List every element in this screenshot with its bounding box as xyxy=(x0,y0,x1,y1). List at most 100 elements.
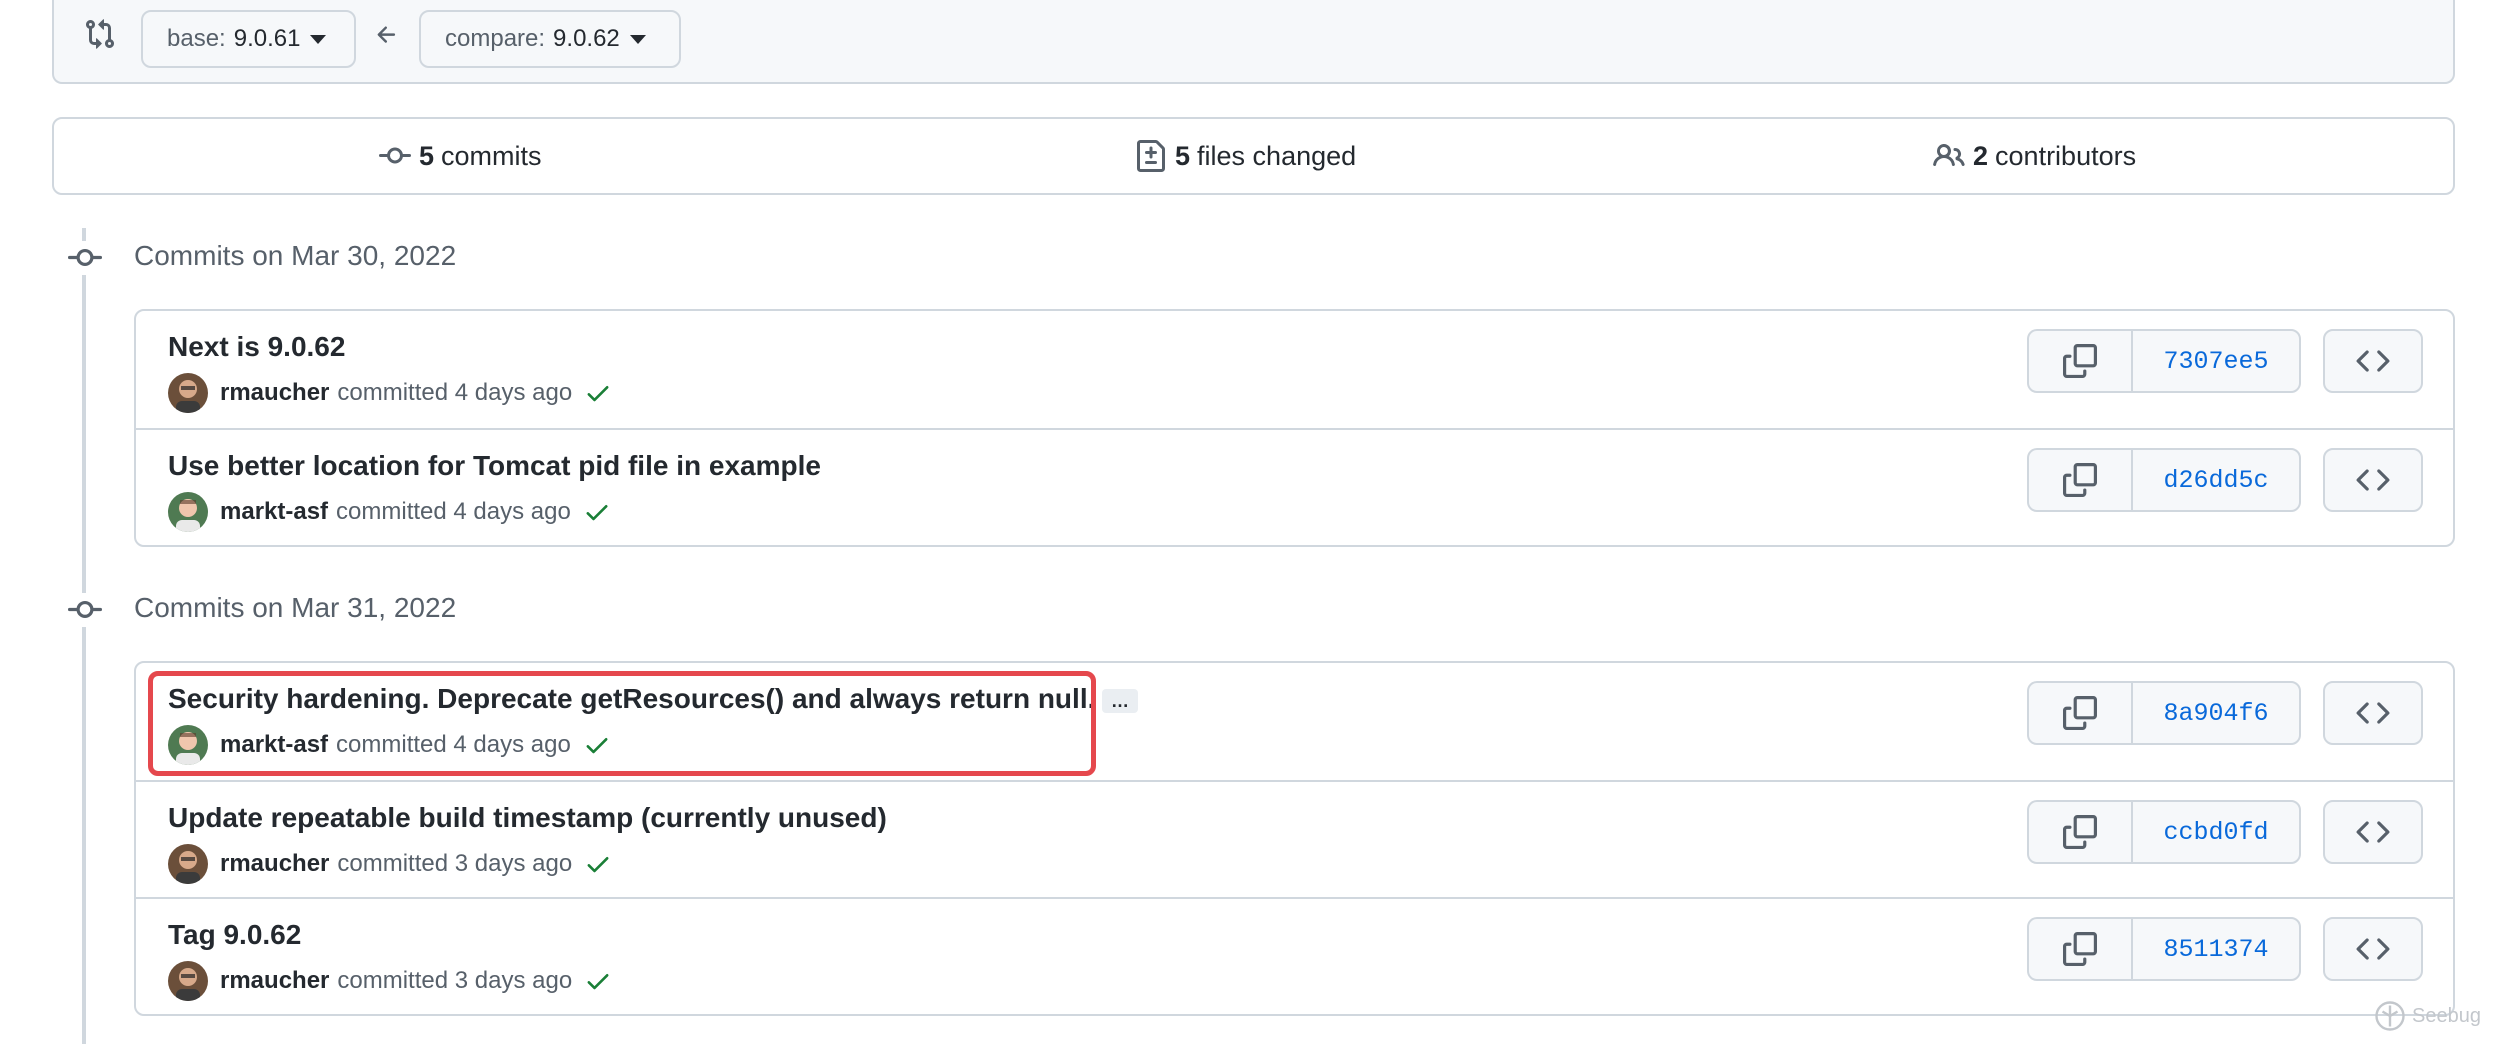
day-heading: Commits on Mar 30, 2022 xyxy=(134,240,457,271)
contributors-tab[interactable]: 2 contributors xyxy=(1933,119,2136,193)
check-icon[interactable] xyxy=(583,731,611,759)
avatar[interactable] xyxy=(168,373,208,413)
commit-time: committed 4 days ago xyxy=(336,731,571,758)
commit-sha-link[interactable]: d26dd5c xyxy=(2133,450,2299,510)
code-icon xyxy=(2356,350,2390,372)
watermark: Seebug xyxy=(2372,998,2481,1034)
git-commit-icon xyxy=(68,593,102,627)
copy-sha-button[interactable] xyxy=(2029,683,2133,743)
author-link[interactable]: rmaucher xyxy=(220,379,329,407)
commit-sha-link[interactable]: 8511374 xyxy=(2133,919,2299,979)
copy-icon xyxy=(2063,696,2097,730)
commit-meta: markt-asf committed 4 days ago xyxy=(168,492,611,532)
commit-sha-group: 7307ee5 xyxy=(2027,329,2301,393)
author-link[interactable]: markt-asf xyxy=(220,731,328,759)
author-link[interactable]: rmaucher xyxy=(220,850,329,878)
commit-row: Tag 9.0.62 rmaucher committed 3 days ago… xyxy=(136,897,2453,1014)
commit-group: Security hardening. Deprecate getResourc… xyxy=(134,661,2455,1016)
avatar[interactable] xyxy=(168,492,208,532)
browse-code-button[interactable] xyxy=(2323,681,2423,745)
commit-row: Next is 9.0.62 rmaucher committed 4 days… xyxy=(136,311,2453,428)
browse-code-button[interactable] xyxy=(2323,448,2423,512)
files-changed-tab[interactable]: 5 files changed xyxy=(1135,119,1356,193)
files-count: 5 xyxy=(1175,140,1191,171)
commit-sha-link[interactable]: 8a904f6 xyxy=(2133,683,2299,743)
author-link[interactable]: markt-asf xyxy=(220,498,328,526)
commit-sha-group: d26dd5c xyxy=(2027,448,2301,512)
commit-sha-link[interactable]: ccbd0fd xyxy=(2133,802,2299,862)
commit-time: committed 3 days ago xyxy=(337,967,573,994)
people-icon xyxy=(1933,143,1965,167)
check-icon[interactable] xyxy=(584,379,612,407)
commit-message-link[interactable]: Next is 9.0.62 xyxy=(168,331,345,363)
compare-label: compare: xyxy=(445,25,546,52)
copy-icon xyxy=(2063,463,2097,497)
commit-row: Update repeatable build timestamp (curre… xyxy=(136,780,2453,897)
seebug-logo-icon xyxy=(2375,1001,2405,1031)
commit-meta: markt-asf committed 4 days ago xyxy=(168,725,611,765)
git-compare-icon xyxy=(86,19,115,49)
commit-time: committed 4 days ago xyxy=(336,498,571,525)
check-icon[interactable] xyxy=(583,498,611,526)
copy-sha-button[interactable] xyxy=(2029,802,2133,862)
commits-count: 5 xyxy=(419,140,435,171)
avatar[interactable] xyxy=(168,844,208,884)
timeline-line xyxy=(82,228,86,1044)
contributors-label: contributors xyxy=(1995,140,2137,171)
contributors-count: 2 xyxy=(1973,140,1989,171)
git-commit-icon xyxy=(68,241,102,275)
avatar[interactable] xyxy=(168,725,208,765)
base-branch-select[interactable]: base: 9.0.61 xyxy=(141,10,356,68)
copy-sha-button[interactable] xyxy=(2029,919,2133,979)
commit-time: committed 3 days ago xyxy=(337,850,573,877)
commit-sha-group: 8511374 xyxy=(2027,917,2301,981)
browse-code-button[interactable] xyxy=(2323,917,2423,981)
commit-meta: rmaucher committed 3 days ago xyxy=(168,844,612,884)
author-link[interactable]: rmaucher xyxy=(220,967,329,995)
copy-sha-button[interactable] xyxy=(2029,450,2133,510)
compare-branch-select[interactable]: compare: 9.0.62 xyxy=(419,10,681,68)
browse-code-button[interactable] xyxy=(2323,329,2423,393)
compare-range-bar xyxy=(52,0,2455,84)
copy-icon xyxy=(2063,932,2097,966)
commit-sha-link[interactable]: 7307ee5 xyxy=(2133,331,2299,391)
file-diff-icon xyxy=(1137,140,1165,172)
commit-sha-group: 8a904f6 xyxy=(2027,681,2301,745)
avatar[interactable] xyxy=(168,961,208,1001)
commit-row: Security hardening. Deprecate getResourc… xyxy=(136,663,2453,780)
commit-group: Next is 9.0.62 rmaucher committed 4 days… xyxy=(134,309,2455,547)
copy-icon xyxy=(2063,815,2097,849)
copy-icon xyxy=(2063,344,2097,378)
commit-message-link[interactable]: Use better location for Tomcat pid file … xyxy=(168,450,821,482)
expand-message-button[interactable]: … xyxy=(1102,689,1138,713)
commit-row: Use better location for Tomcat pid file … xyxy=(136,428,2453,545)
browse-code-button[interactable] xyxy=(2323,800,2423,864)
files-label: files changed xyxy=(1197,140,1357,171)
compare-summary: 5 commits 5 files changed 2 contributors xyxy=(52,117,2455,195)
day-heading: Commits on Mar 31, 2022 xyxy=(134,592,457,623)
commit-sha-group: ccbd0fd xyxy=(2027,800,2301,864)
commit-time: committed 4 days ago xyxy=(337,379,573,406)
commit-meta: rmaucher committed 4 days ago xyxy=(168,373,612,413)
caret-down-icon xyxy=(629,34,646,44)
commit-message-link[interactable]: Update repeatable build timestamp (curre… xyxy=(168,802,887,834)
compare-value: 9.0.62 xyxy=(553,25,620,52)
code-icon xyxy=(2356,821,2390,843)
code-icon xyxy=(2356,938,2390,960)
check-icon[interactable] xyxy=(584,850,612,878)
git-commit-icon xyxy=(379,147,411,164)
arrow-left-icon xyxy=(377,26,396,43)
base-label: base: xyxy=(167,25,226,52)
caret-down-icon xyxy=(310,34,327,44)
check-icon[interactable] xyxy=(584,967,612,995)
commit-message-link[interactable]: Tag 9.0.62 xyxy=(168,919,301,951)
watermark-text: Seebug xyxy=(2412,1004,2481,1027)
commit-message-link[interactable]: Security hardening. Deprecate getResourc… xyxy=(168,683,1095,715)
commit-meta: rmaucher committed 3 days ago xyxy=(168,961,612,1001)
commits-tab[interactable]: 5 commits xyxy=(379,119,542,193)
base-value: 9.0.61 xyxy=(233,25,301,52)
code-icon xyxy=(2356,702,2390,724)
copy-sha-button[interactable] xyxy=(2029,331,2133,391)
code-icon xyxy=(2356,469,2390,491)
commits-label: commits xyxy=(441,140,542,171)
